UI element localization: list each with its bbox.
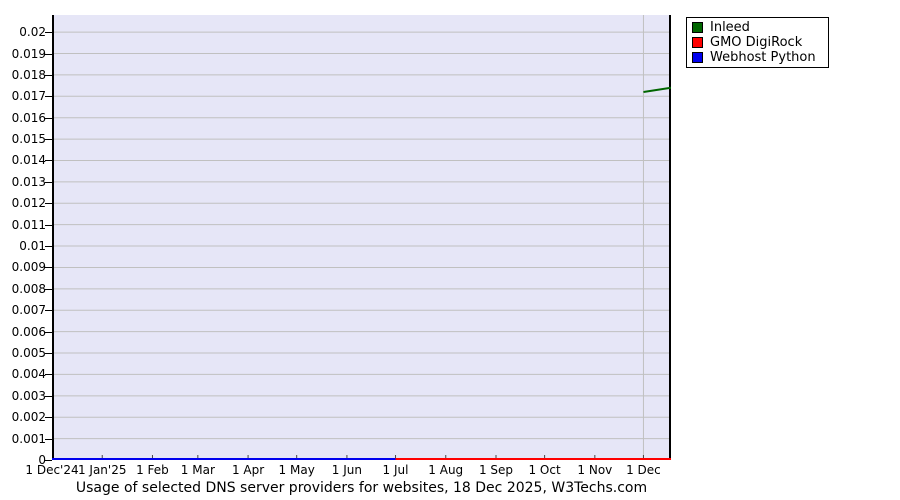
chart-title: Usage of selected DNS server providers f… xyxy=(52,480,671,497)
legend: InleedGMO DigiRockWebhost Python xyxy=(686,17,829,68)
y-tick-mark xyxy=(45,54,52,55)
y-tick-label: 0.008 xyxy=(0,282,46,296)
y-tick-label: 0.02 xyxy=(0,25,46,39)
y-tick-label: 0.004 xyxy=(0,367,46,381)
usage-chart: 00.0010.0020.0030.0040.0050.0060.0070.00… xyxy=(0,0,900,500)
legend-color-swatch-icon xyxy=(692,52,703,63)
y-tick-mark xyxy=(45,32,52,33)
y-tick-label: 0.009 xyxy=(0,260,46,274)
legend-color-swatch-icon xyxy=(692,37,703,48)
y-tick-label: 0.001 xyxy=(0,432,46,446)
y-tick-mark xyxy=(45,374,52,375)
y-tick-label: 0.006 xyxy=(0,325,46,339)
y-tick-label: 0.016 xyxy=(0,111,46,125)
y-tick-mark xyxy=(45,139,52,140)
legend-item-inleed: Inleed xyxy=(692,20,816,35)
y-tick-label: 0.003 xyxy=(0,389,46,403)
y-tick-mark xyxy=(45,310,52,311)
y-tick-label: 0.014 xyxy=(0,153,46,167)
y-tick-mark xyxy=(45,289,52,290)
y-tick-mark xyxy=(45,203,52,204)
y-tick-mark xyxy=(45,118,52,119)
y-tick-label: 0.015 xyxy=(0,132,46,146)
series-line-inleed xyxy=(643,88,671,92)
y-tick-mark xyxy=(45,353,52,354)
y-tick-mark xyxy=(45,96,52,97)
y-tick-label: 0.013 xyxy=(0,175,46,189)
y-tick-mark xyxy=(45,439,52,440)
y-tick-mark xyxy=(45,460,52,461)
y-tick-mark xyxy=(45,225,52,226)
legend-label: Webhost Python xyxy=(710,50,816,65)
y-tick-label: 0.019 xyxy=(0,47,46,61)
x-tick-label: 1 Dec xyxy=(608,463,678,477)
legend-label: GMO DigiRock xyxy=(710,35,802,50)
legend-color-swatch-icon xyxy=(692,22,703,33)
y-tick-mark xyxy=(45,182,52,183)
y-tick-mark xyxy=(45,267,52,268)
y-tick-label: 0.018 xyxy=(0,68,46,82)
legend-label: Inleed xyxy=(710,20,750,35)
y-tick-label: 0.012 xyxy=(0,196,46,210)
y-tick-label: 0.011 xyxy=(0,218,46,232)
plot-area xyxy=(52,15,671,460)
y-tick-label: 0.002 xyxy=(0,410,46,424)
y-tick-mark xyxy=(45,396,52,397)
y-tick-label: 0.005 xyxy=(0,346,46,360)
y-tick-mark xyxy=(45,332,52,333)
y-tick-label: 0.01 xyxy=(0,239,46,253)
legend-item-gmo-digirock: GMO DigiRock xyxy=(692,35,816,50)
y-tick-mark xyxy=(45,160,52,161)
y-tick-mark xyxy=(45,246,52,247)
legend-item-webhost-python: Webhost Python xyxy=(692,50,816,65)
y-tick-label: 0.017 xyxy=(0,89,46,103)
y-tick-mark xyxy=(45,417,52,418)
y-tick-mark xyxy=(45,75,52,76)
y-tick-label: 0.007 xyxy=(0,303,46,317)
plot-svg xyxy=(52,15,671,460)
